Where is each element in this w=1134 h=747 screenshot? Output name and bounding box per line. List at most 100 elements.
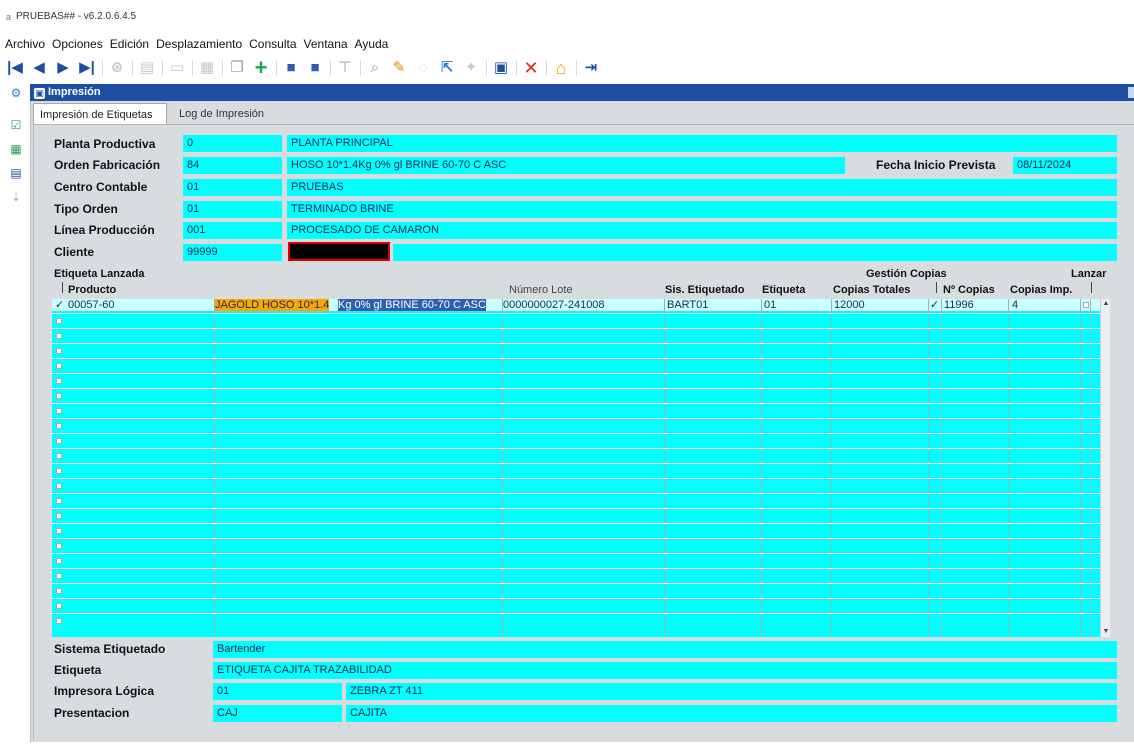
- add-icon[interactable]: +: [250, 57, 272, 79]
- row-checkbox-empty[interactable]: [56, 468, 62, 474]
- copias-checkbox[interactable]: ✓: [930, 299, 939, 311]
- database-save-icon[interactable]: ■: [304, 58, 326, 78]
- linea-name-field[interactable]: PROCESADO DE CAMARON: [287, 222, 1117, 239]
- tab-impresion-etiquetas[interactable]: Impresión de Etiquetas: [33, 103, 167, 125]
- producto-desc-highlight[interactable]: JAGOLD HOSO 10*1.4: [215, 299, 330, 311]
- menu-ayuda[interactable]: Ayuda: [351, 34, 392, 54]
- first-record-icon[interactable]: |◀: [4, 58, 26, 78]
- scroll-up-icon[interactable]: ▲: [1101, 299, 1111, 309]
- producto-code-cell[interactable]: 00057-60: [68, 299, 115, 311]
- scroll-down-icon[interactable]: ▼: [1101, 627, 1111, 637]
- cliente-code-field[interactable]: 99999: [183, 244, 282, 261]
- n-copias-cell[interactable]: 11996: [944, 299, 974, 311]
- next-record-icon[interactable]: ▶: [52, 58, 74, 78]
- orden-code-field[interactable]: 84: [183, 157, 282, 174]
- row-checkbox-empty[interactable]: [56, 333, 62, 339]
- impresora-name-field[interactable]: ZEBRA ZT 411: [346, 683, 1117, 700]
- linea-code-field[interactable]: 001: [183, 222, 282, 239]
- row-checkbox-empty[interactable]: [56, 513, 62, 519]
- menu-consulta[interactable]: Consulta: [245, 34, 299, 54]
- presentacion-name-field[interactable]: CAJITA: [346, 705, 1117, 722]
- row-checkbox-empty[interactable]: [56, 438, 62, 444]
- lote-cell[interactable]: 0000000027-241008: [503, 299, 605, 311]
- grid-scrollbar[interactable]: ▲ ▼: [1100, 299, 1110, 637]
- etiqueta-field[interactable]: ETIQUETA CAJITA TRAZABILIDAD: [213, 662, 1117, 679]
- row-checkbox-empty[interactable]: [56, 603, 62, 609]
- tipo-code-field[interactable]: 01: [183, 201, 282, 218]
- copias-imp-cell[interactable]: 4: [1012, 299, 1018, 311]
- planta-name-field[interactable]: PLANTA PRINCIPAL: [287, 135, 1117, 152]
- menu-archivo[interactable]: Archivo: [0, 34, 48, 54]
- printer-icon[interactable]: ▤: [8, 166, 24, 180]
- row-checkbox-empty[interactable]: [56, 483, 62, 489]
- etiqueta-column-header[interactable]: Etiqueta: [762, 284, 805, 297]
- grid-view-icon[interactable]: ▦: [196, 58, 218, 78]
- grid-icon[interactable]: ▦: [8, 142, 24, 156]
- sistema-etiquetado-field[interactable]: Bartender: [213, 641, 1117, 658]
- row-checkbox-empty[interactable]: [56, 573, 62, 579]
- tab-log-impresion[interactable]: Log de Impresión: [173, 103, 283, 125]
- centro-code-field[interactable]: 01: [183, 179, 282, 196]
- row-checkbox-empty[interactable]: [56, 393, 62, 399]
- zoom-icon[interactable]: ⌕: [364, 58, 386, 78]
- database-icon[interactable]: ■: [280, 58, 302, 78]
- planta-code-field[interactable]: 0: [183, 135, 282, 152]
- lote-column-header[interactable]: Número Lote: [509, 284, 573, 297]
- save-icon[interactable]: ▣: [490, 58, 512, 78]
- previous-record-icon[interactable]: ◀: [28, 58, 50, 78]
- delete-icon[interactable]: ✕: [520, 58, 542, 78]
- presentacion-code-field[interactable]: CAJ: [213, 705, 342, 722]
- row-checkbox-empty[interactable]: [56, 408, 62, 414]
- n-copias-column-header[interactable]: Nº Copias: [943, 284, 995, 297]
- refresh-icon[interactable]: ⊛: [106, 58, 128, 78]
- centro-name-field[interactable]: PRUEBAS: [287, 179, 1117, 196]
- row-checkbox-empty[interactable]: [56, 453, 62, 459]
- copias-totales-column-header[interactable]: Copias Totales: [833, 284, 910, 297]
- tipo-name-field[interactable]: TERMINADO BRINE: [287, 201, 1117, 218]
- row-checkbox-empty[interactable]: [56, 543, 62, 549]
- export-icon[interactable]: ⇱: [436, 58, 458, 78]
- row-checkbox-empty[interactable]: [56, 528, 62, 534]
- wand-icon[interactable]: ✦: [460, 58, 482, 78]
- producto-desc-selection[interactable]: Kg 0% gl BRINE 60-70 C ASC: [338, 299, 486, 311]
- settings-icon[interactable]: ⚙: [8, 86, 24, 100]
- etiqueta-cell[interactable]: 01: [764, 299, 776, 311]
- cliente-extra-field[interactable]: [393, 244, 1117, 261]
- header-resize-handle[interactable]: [1128, 87, 1134, 98]
- row-checkbox-empty[interactable]: [56, 558, 62, 564]
- row-checkbox-empty[interactable]: [56, 423, 62, 429]
- menu-desplazamiento[interactable]: Desplazamiento: [152, 34, 245, 54]
- sis-etiquetado-cell[interactable]: BART01: [667, 299, 708, 311]
- row-checkbox[interactable]: ✓: [55, 299, 64, 311]
- eraser-icon[interactable]: ◌: [412, 58, 434, 78]
- row-checkbox-empty[interactable]: [56, 363, 62, 369]
- frame-icon[interactable]: ▭: [166, 58, 188, 78]
- edit-pencil-icon[interactable]: ✎: [388, 58, 410, 78]
- fecha-field[interactable]: 08/11/2024: [1013, 157, 1117, 174]
- menu-edicion[interactable]: Edición: [106, 34, 152, 54]
- labels-grid[interactable]: ✓ 00057-60 JAGOLD HOSO 10*1.4 Kg 0% gl B…: [52, 299, 1100, 637]
- row-checkbox-empty[interactable]: [56, 378, 62, 384]
- menu-opciones[interactable]: Opciones: [48, 34, 106, 54]
- orden-name-field[interactable]: HOSO 10*1.4Kg 0% gl BRINE 60-70 C ASC: [287, 157, 845, 174]
- check-list-icon[interactable]: ☑: [8, 118, 24, 132]
- row-checkbox-empty[interactable]: [56, 618, 62, 624]
- row-checkbox-empty[interactable]: [56, 318, 62, 324]
- row-checkbox-empty[interactable]: [56, 498, 62, 504]
- last-record-icon[interactable]: ▶|: [76, 58, 98, 78]
- copias-totales-cell[interactable]: 12000: [834, 299, 865, 311]
- pin-icon[interactable]: ⇣: [8, 190, 24, 204]
- print-icon[interactable]: ▤: [136, 58, 158, 78]
- copy-icon[interactable]: ❐: [226, 58, 248, 78]
- filter-icon[interactable]: ⊤: [334, 58, 356, 78]
- row-checkbox-empty[interactable]: [56, 588, 62, 594]
- sis-etiquetado-column-header[interactable]: Sis. Etiquetado: [665, 284, 744, 297]
- menu-ventana[interactable]: Ventana: [300, 34, 351, 54]
- copias-imp-column-header[interactable]: Copias Imp.: [1010, 284, 1072, 297]
- impresora-code-field[interactable]: 01: [213, 683, 342, 700]
- home-icon[interactable]: ⌂: [550, 58, 572, 78]
- producto-column-header[interactable]: Producto: [68, 284, 116, 297]
- exit-icon[interactable]: ⇥: [580, 58, 602, 78]
- lanzar-checkbox[interactable]: [1083, 302, 1089, 308]
- row-checkbox-empty[interactable]: [56, 348, 62, 354]
